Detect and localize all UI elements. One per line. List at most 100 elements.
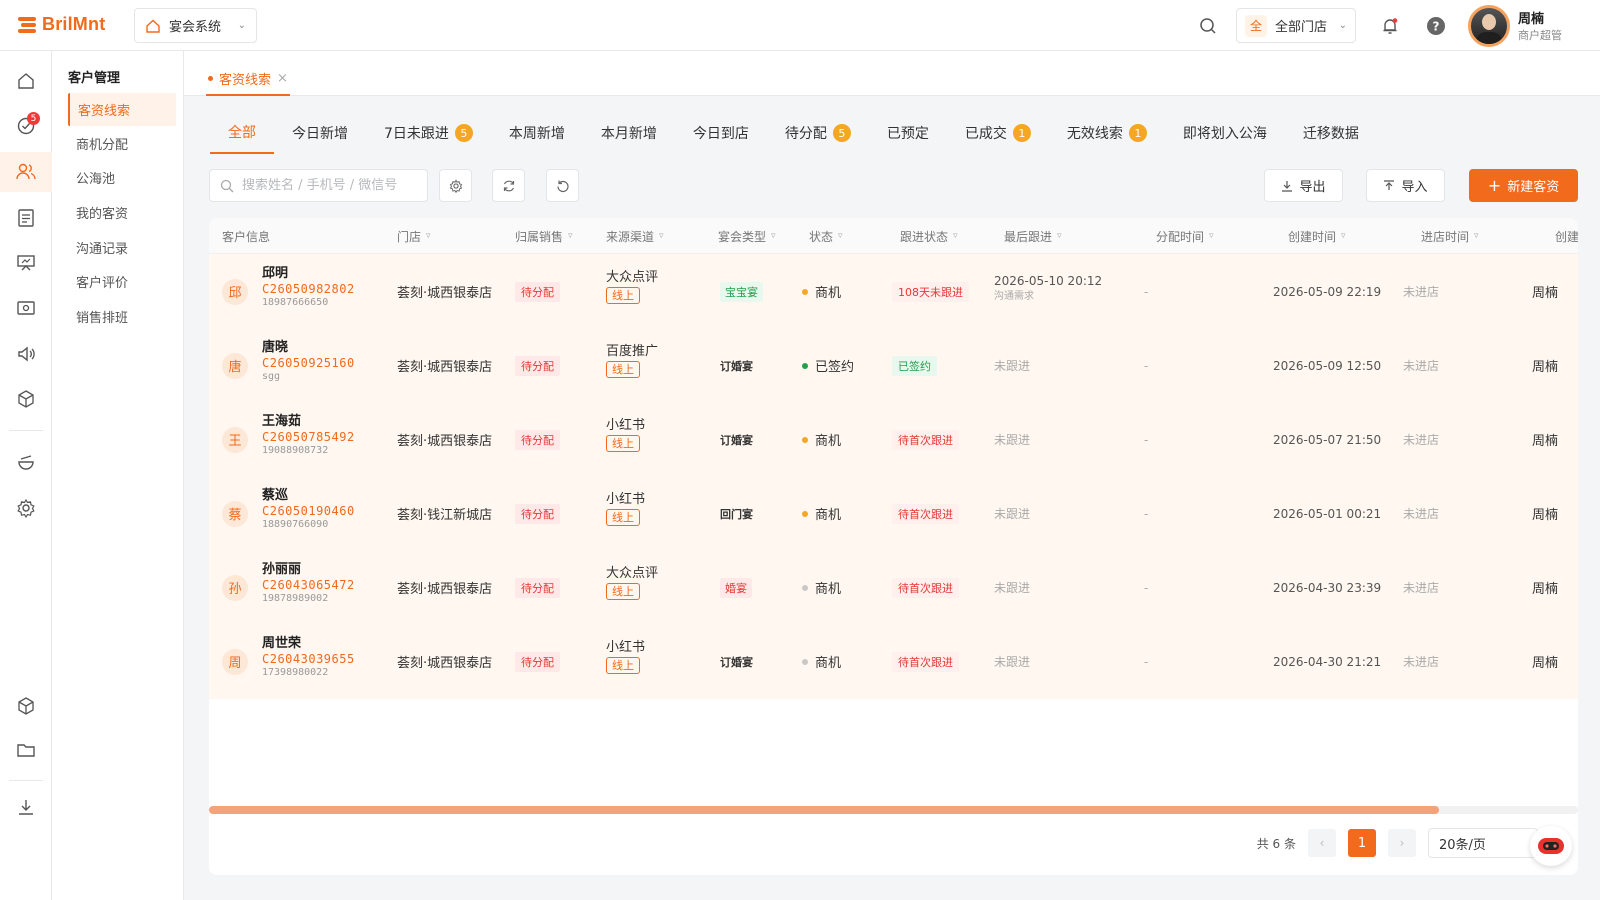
sync-button[interactable]	[492, 169, 525, 202]
filter-icon: ▿	[953, 231, 958, 241]
bell-icon[interactable]	[1378, 14, 1402, 38]
close-icon[interactable]: ×	[277, 71, 288, 86]
current-page[interactable]: 1	[1348, 829, 1376, 857]
filter-settings-button[interactable]	[439, 169, 472, 202]
customer-info[interactable]: 周世荣 C26043039655 17398980022	[262, 636, 355, 680]
source-cell: 小红书 线上	[606, 639, 645, 675]
nav-folder-icon[interactable]	[0, 730, 52, 770]
nav-cube-icon[interactable]	[0, 686, 52, 726]
column-header[interactable]: 归属销售 ▿	[515, 218, 573, 254]
system-select-label: 宴会系统	[169, 20, 222, 35]
system-select[interactable]: 宴会系统 ⌄	[134, 8, 257, 43]
table-row[interactable]: 邱邱明 C26050982802 18987666650 荟刻·城西银泰店 待分配 大众点…	[209, 254, 1578, 329]
subnav-item-communication[interactable]: 沟通记录	[68, 231, 176, 264]
subnav-title: 客户管理	[68, 71, 121, 86]
user-menu[interactable]: 周楠 商户超管	[1468, 4, 1562, 47]
import-button[interactable]: 导入	[1366, 169, 1445, 202]
subnav-item-schedule[interactable]: 销售排班	[68, 300, 176, 333]
subnav-item-my-leads[interactable]: 我的客资	[68, 196, 176, 229]
tab-all[interactable]: 全部	[210, 112, 274, 154]
tab-week-new[interactable]: 本周新增	[491, 112, 583, 154]
nav-megaphone-icon[interactable]	[0, 334, 52, 374]
creator-cell: 周楠	[1532, 582, 1559, 597]
tab-month-new[interactable]: 本月新增	[583, 112, 675, 154]
table-row[interactable]: 王王海茹 C26050785492 19088908732 荟刻·城西银泰店 待分配 小红…	[209, 402, 1578, 477]
customer-code[interactable]: C26050785492	[262, 430, 355, 445]
page-tab-leads[interactable]: 客资线索 ×	[206, 63, 290, 96]
customer-code[interactable]: C26050190460	[262, 504, 355, 519]
customer-code[interactable]: C26050982802	[262, 282, 355, 297]
new-lead-button[interactable]: + 新建客资	[1469, 169, 1578, 202]
column-header[interactable]: 最后跟进 ▿	[1004, 218, 1062, 254]
source-tag: 线上	[606, 287, 640, 305]
column-header[interactable]: 状态 ▿	[809, 218, 843, 254]
tab-closed[interactable]: 已成交 1	[947, 112, 1049, 154]
tab-booked[interactable]: 已预定	[869, 112, 947, 154]
column-header[interactable]: 来源渠道 ▿	[606, 218, 664, 254]
refresh-button[interactable]	[546, 169, 579, 202]
search-icon[interactable]	[1196, 14, 1220, 38]
table-row[interactable]: 孙孙丽丽 C26043065472 19878989002 荟刻·城西银泰店 待分配 大众…	[209, 550, 1578, 625]
download-icon[interactable]	[0, 787, 52, 827]
horizontal-scrollbar[interactable]	[209, 806, 1578, 814]
customer-phone: 17398980022	[262, 667, 329, 679]
table-row[interactable]: 周周世荣 C26043039655 17398980022 荟刻·城西银泰店 待分配 小红…	[209, 624, 1578, 699]
column-header[interactable]: 分配时间 ▿	[1156, 218, 1214, 254]
column-header[interactable]: 宴会类型 ▿	[718, 218, 776, 254]
column-header[interactable]: 门店 ▿	[397, 218, 431, 254]
tab-invalid[interactable]: 无效线索 1	[1049, 112, 1165, 154]
assistant-robot-icon[interactable]	[1530, 826, 1572, 866]
tab-to-public-pool[interactable]: 即将划入公海	[1165, 112, 1285, 154]
nav-home-icon[interactable]	[0, 61, 52, 101]
customer-info[interactable]: 邱明 C26050982802 18987666650	[262, 266, 355, 310]
source-cell: 小红书 线上	[606, 417, 645, 453]
nav-tasks-icon[interactable]: 5	[0, 106, 52, 146]
page-size-select[interactable]: 20条/页	[1428, 828, 1538, 858]
nav-presentation-icon[interactable]	[0, 243, 52, 283]
tab-today-new[interactable]: 今日新增	[274, 112, 366, 154]
nav-customers-icon[interactable]	[0, 152, 52, 192]
customer-info[interactable]: 孙丽丽 C26043065472 19878989002	[262, 562, 355, 606]
assign-time-cell: -	[1144, 506, 1149, 521]
column-header[interactable]: 创建时间 ▿	[1288, 218, 1346, 254]
subnav-item-leads[interactable]: 客资线索	[68, 93, 176, 126]
tab-today-visit[interactable]: 今日到店	[675, 112, 767, 154]
subnav-item-reviews[interactable]: 客户评价	[68, 265, 176, 298]
tab-migration[interactable]: 迁移数据	[1285, 112, 1377, 154]
customer-code[interactable]: C26043039655	[262, 652, 355, 667]
app-logo[interactable]: BrilMnt	[18, 14, 105, 35]
table-row[interactable]: 唐唐晓 C26050925160 sgg 荟刻·城西银泰店 待分配 百度推广 线上 订婚宴 已签…	[209, 328, 1578, 403]
tab-pending-assign[interactable]: 待分配 5	[767, 112, 869, 154]
create-time-cell: 2026-05-01 00:21	[1273, 506, 1382, 521]
subnav-item-assignment[interactable]: 商机分配	[68, 127, 176, 160]
export-button[interactable]: 导出	[1264, 169, 1343, 202]
customer-code[interactable]: C26050925160	[262, 356, 355, 371]
nav-box-icon[interactable]	[0, 379, 52, 419]
divider	[9, 780, 43, 781]
store-select[interactable]: 全 全部门店 ⌄	[1236, 8, 1356, 43]
next-page-button[interactable]: ›	[1388, 829, 1416, 857]
column-header[interactable]: 进店时间 ▿	[1421, 218, 1479, 254]
count-badge: 5	[832, 124, 851, 142]
nav-settings-icon[interactable]	[0, 488, 52, 528]
subnav-item-public-pool[interactable]: 公海池	[68, 161, 176, 194]
customer-phone: sgg	[262, 371, 281, 383]
creator-cell: 周楠	[1532, 508, 1559, 523]
customer-info[interactable]: 蔡巡 C26050190460 18890766090	[262, 488, 355, 532]
customer-code[interactable]: C26043065472	[262, 578, 355, 593]
sales-cell: 待分配	[515, 476, 560, 551]
tab-7day-no-follow[interactable]: 7日未跟进 5	[366, 112, 491, 154]
source-cell: 大众点评 线上	[606, 269, 658, 305]
table-row[interactable]: 蔡蔡巡 C26050190460 18890766090 荟刻·钱江新城店 待分配 小红书…	[209, 476, 1578, 551]
search-input[interactable]	[242, 178, 412, 193]
scrollbar-thumb[interactable]	[209, 806, 1439, 814]
nav-document-icon[interactable]	[0, 198, 52, 238]
customer-info[interactable]: 王海茹 C26050785492 19088908732	[262, 414, 355, 458]
nav-cash-icon[interactable]	[0, 288, 52, 328]
column-header[interactable]: 跟进状态 ▿	[900, 218, 958, 254]
nav-dish-icon[interactable]	[0, 442, 52, 482]
help-icon[interactable]: ?	[1424, 14, 1448, 38]
prev-page-button[interactable]: ‹	[1308, 829, 1336, 857]
sales-cell: 待分配	[515, 550, 560, 625]
customer-info[interactable]: 唐晓 C26050925160 sgg	[262, 340, 355, 384]
